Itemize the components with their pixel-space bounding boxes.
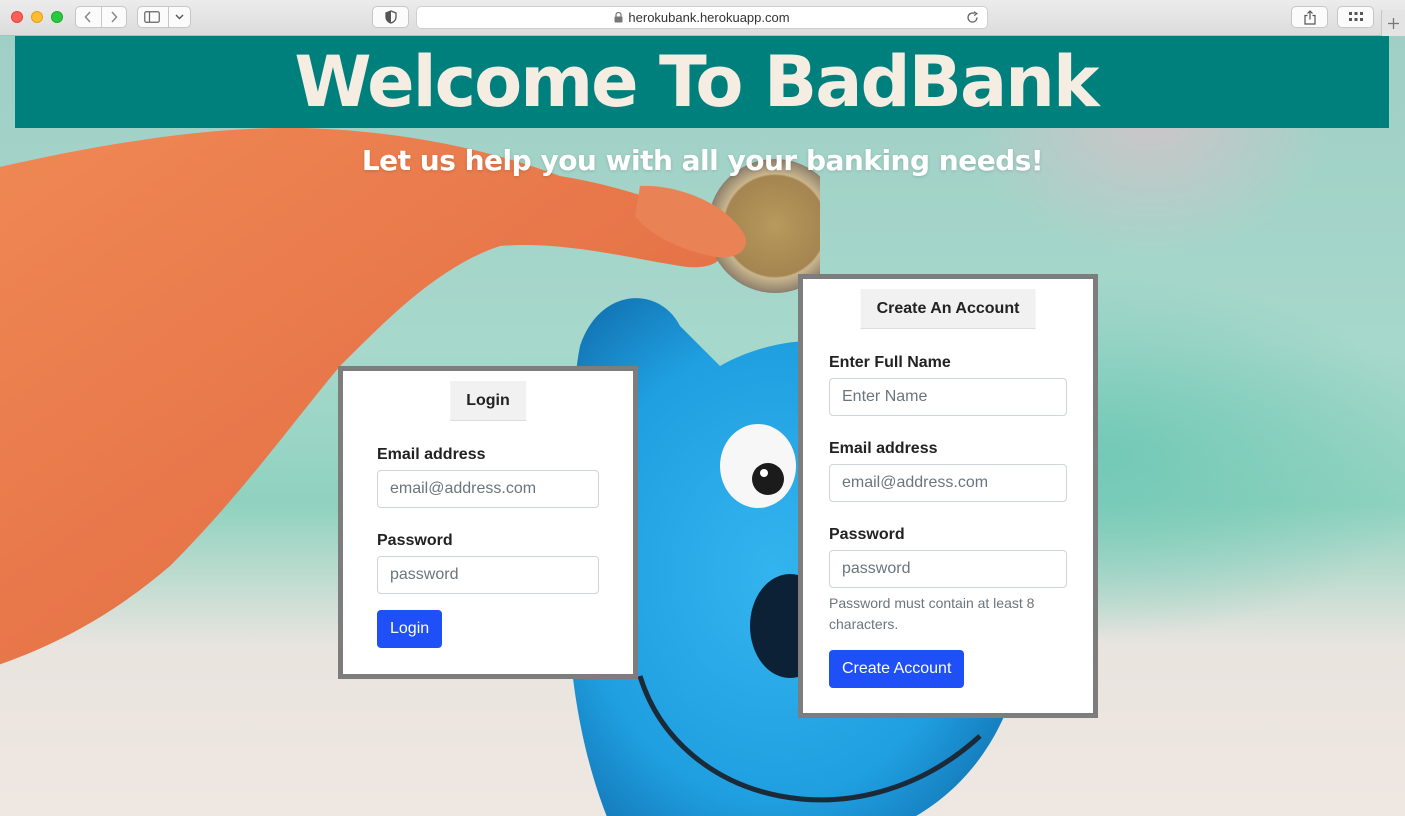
login-email-input[interactable]: email@address.com [377,470,599,508]
create-email-placeholder: email@address.com [842,474,989,491]
address-bar[interactable]: herokubank.herokuapp.com [416,6,988,29]
login-password-label: Password [377,532,453,549]
create-email-label: Email address [829,440,938,457]
share-icon [1303,9,1316,25]
back-button[interactable] [76,7,101,27]
login-password-placeholder: password [390,566,459,583]
reload-button[interactable] [966,11,979,27]
tagline: Let us help you with all your banking ne… [361,144,1044,177]
login-email-placeholder: email@address.com [390,480,537,497]
history-nav [75,6,127,28]
close-window-button[interactable] [11,11,23,23]
reload-icon [967,11,978,23]
login-button[interactable]: Login [377,610,443,648]
browser-toolbar: herokubank.herokuapp.com [0,0,1405,36]
chevron-down-icon [175,14,184,20]
new-tab-button[interactable] [1381,10,1405,36]
page-title: Welcome To BadBank [294,41,1099,123]
sidebar-icon [144,11,160,23]
create-password-input[interactable]: password [829,550,1067,588]
login-card: Login Email address email@address.com Pa… [338,366,638,679]
name-placeholder: Enter Name [842,388,928,405]
create-account-card: Create An Account Enter Full Name Enter … [798,274,1098,718]
grid-icon [1348,12,1363,21]
tab-overview-button[interactable] [1337,6,1374,28]
login-password-input[interactable]: password [377,556,599,594]
create-email-input[interactable]: email@address.com [829,464,1067,502]
minimize-window-button[interactable] [31,11,43,23]
login-card-header: Login [450,381,526,421]
plus-icon [1388,17,1399,29]
lock-icon [614,12,623,23]
create-password-label: Password [829,526,905,543]
sidebar-button[interactable] [137,6,191,28]
share-button[interactable] [1291,6,1328,28]
create-password-placeholder: password [842,560,911,577]
welcome-banner: Welcome To BadBank [15,36,1389,128]
page-background: Welcome To BadBank Let us help you with … [0,36,1405,816]
zoom-window-button[interactable] [51,11,63,23]
chevron-right-icon [111,11,118,23]
name-label: Enter Full Name [829,354,951,371]
login-email-label: Email address [377,446,486,463]
create-account-card-header: Create An Account [860,289,1036,329]
chevron-left-icon [84,11,91,23]
forward-button[interactable] [100,7,127,27]
shield-icon [384,10,397,24]
url-text: herokubank.herokuapp.com [628,10,790,25]
name-input[interactable]: Enter Name [829,378,1067,416]
password-help-text: Password must contain at least 8 charact… [829,595,1035,632]
create-account-button[interactable]: Create Account [829,650,965,688]
privacy-report-button[interactable] [372,6,409,28]
